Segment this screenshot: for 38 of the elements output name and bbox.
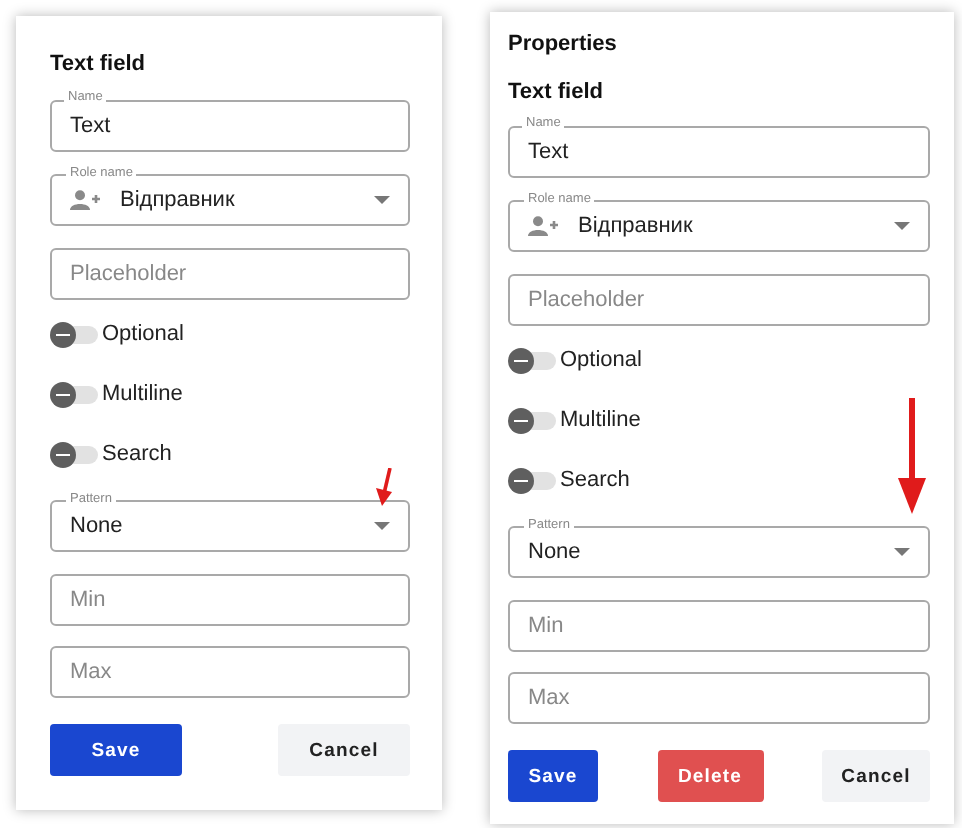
toggle-label: Optional xyxy=(102,322,184,346)
cancel-button[interactable]: Cancel xyxy=(822,750,930,802)
input-field[interactable]: Min xyxy=(50,574,410,626)
delete-button[interactable]: Delete xyxy=(657,750,763,802)
caret-icon xyxy=(894,548,910,556)
cancel-button[interactable]: Cancel xyxy=(278,724,410,776)
caret-icon xyxy=(894,222,910,230)
caret-icon xyxy=(374,196,390,204)
toggle-label: Multiline xyxy=(560,408,641,432)
toggle-label: Search xyxy=(102,442,172,466)
field-value: Відправник xyxy=(120,188,237,212)
toggle-switch[interactable] xyxy=(508,347,556,373)
toggle-switch[interactable] xyxy=(50,321,98,347)
field-value: None xyxy=(70,514,125,538)
toggle-switch[interactable] xyxy=(508,407,556,433)
save-button[interactable]: Save xyxy=(50,724,182,776)
toggle-switch[interactable] xyxy=(50,381,98,407)
field-value: Відправник xyxy=(578,214,695,238)
input-field[interactable]: Text xyxy=(50,100,410,152)
input-field[interactable]: Placeholder xyxy=(50,248,410,300)
person-add-icon xyxy=(528,216,558,236)
toggle-label: Optional xyxy=(560,348,642,372)
input-field[interactable]: Text xyxy=(508,126,930,178)
caret-icon xyxy=(374,522,390,530)
toggle-label: Multiline xyxy=(102,382,183,406)
toggle-switch[interactable] xyxy=(508,467,556,493)
input-field[interactable]: Placeholder xyxy=(508,274,930,326)
toggle-switch[interactable] xyxy=(50,441,98,467)
toggle-label: Search xyxy=(560,468,630,492)
input-field[interactable]: Max xyxy=(50,646,410,698)
save-button[interactable]: Save xyxy=(508,750,598,802)
section-heading: Text field xyxy=(508,78,605,106)
panel-title: Properties xyxy=(508,30,619,58)
section-heading: Text field xyxy=(50,50,147,78)
input-field[interactable]: Min xyxy=(508,600,930,652)
field-value: None xyxy=(528,540,583,564)
input-field[interactable]: Max xyxy=(508,672,930,724)
person-add-icon xyxy=(70,190,100,210)
